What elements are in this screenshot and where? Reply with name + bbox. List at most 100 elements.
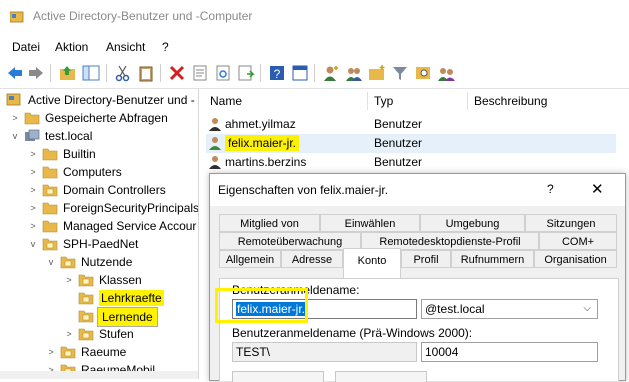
back-arrow-icon[interactable]: [6, 64, 24, 82]
column-header-description[interactable]: Beschreibung: [474, 94, 547, 108]
help-icon[interactable]: ?: [268, 64, 286, 82]
tree-item-builtin[interactable]: > Builtin: [28, 146, 198, 164]
chevron-right-icon[interactable]: >: [46, 347, 56, 357]
ou-icon: [78, 310, 94, 323]
help-button[interactable]: ?: [547, 182, 554, 196]
pre2000-label: Benutzeranmeldename (Prä-Windows 2000):: [232, 326, 473, 340]
menu-datei[interactable]: Datei: [12, 40, 40, 54]
chevron-right-icon[interactable]: >: [28, 185, 38, 195]
tree-label: Lehrkraefte: [99, 290, 164, 306]
domain-icon: [25, 129, 40, 141]
tab-com-plus[interactable]: COM+: [539, 232, 617, 250]
tab-profil[interactable]: Profil: [401, 250, 451, 268]
tree-item-klassen[interactable]: > Klassen: [64, 272, 198, 290]
tree-item-nutzende[interactable]: v Nutzende: [46, 254, 198, 272]
tree-label: ForeignSecurityPrincipals: [63, 201, 199, 215]
tree-item-sph-paednet[interactable]: v SPH-PaedNet: [28, 236, 198, 254]
tree-item-lehrkraefte[interactable]: Lehrkraefte: [64, 290, 198, 308]
chevron-right-icon[interactable]: >: [28, 203, 38, 213]
filter-icon[interactable]: [391, 64, 409, 82]
chevron-down-icon[interactable]: v: [10, 131, 20, 141]
up-folder-icon[interactable]: [59, 64, 77, 82]
tab-adresse[interactable]: Adresse: [281, 250, 343, 268]
domain-suffix-value: @test.local: [425, 302, 485, 316]
menu-ansicht[interactable]: Ansicht: [106, 40, 145, 54]
delete-icon[interactable]: [168, 64, 186, 82]
tab-umgebung[interactable]: Umgebung: [420, 214, 525, 232]
user-icon: [209, 137, 221, 150]
forward-arrow-icon[interactable]: [27, 64, 45, 82]
tab-sitzungen[interactable]: Sitzungen: [525, 214, 617, 232]
ou-icon: [78, 274, 94, 287]
tree-item-domain[interactable]: v test.local: [10, 128, 198, 146]
pre2000-name-input[interactable]: 10004: [421, 342, 598, 362]
tree-item-stufen[interactable]: > Stufen: [64, 326, 198, 344]
user-type: Benutzer: [374, 136, 423, 150]
tab-mitglied-von[interactable]: Mitglied von: [219, 214, 320, 232]
tab-remoteueberwachung[interactable]: Remoteüberwachung: [219, 232, 361, 250]
chevron-right-icon[interactable]: >: [28, 167, 38, 177]
column-header-name[interactable]: Name: [210, 94, 242, 108]
tree-item-managed-service-accounts[interactable]: > Managed Service Accour: [28, 218, 198, 236]
tab-konto[interactable]: Konto: [343, 248, 401, 278]
column-divider[interactable]: [467, 92, 468, 110]
toolbar-separator: [314, 64, 315, 82]
tree-pane[interactable]: Active Directory-Benutzer und - > Gespei…: [0, 88, 199, 379]
chevron-right-icon[interactable]: >: [10, 113, 20, 123]
user-name: martins.berzins: [225, 155, 307, 169]
tree-label: Lernende: [97, 307, 158, 327]
logon-hours-button[interactable]: [232, 371, 324, 382]
tree-item-computers[interactable]: > Computers: [28, 164, 198, 182]
list-item[interactable]: martins.berzins Benutzer: [206, 153, 616, 172]
clipboard-icon[interactable]: [137, 64, 155, 82]
properties-icon[interactable]: [191, 64, 209, 82]
pre2000-domain-field: TEST\: [232, 342, 417, 362]
menu-aktion[interactable]: Aktion: [55, 40, 88, 54]
domain-suffix-select[interactable]: @test.local ⌵: [421, 299, 598, 319]
tree-label: Managed Service Accour: [63, 219, 197, 233]
close-icon[interactable]: ✕: [591, 180, 604, 198]
tab-einwaehlen[interactable]: Einwählen: [320, 214, 420, 232]
tab-organisation[interactable]: Organisation: [534, 250, 617, 268]
folder-icon: [24, 112, 40, 125]
column-header-type[interactable]: Typ: [374, 94, 393, 108]
console-icon[interactable]: [291, 64, 309, 82]
new-ou-icon[interactable]: [368, 64, 386, 82]
column-divider[interactable]: [367, 92, 368, 110]
tree-item-lernende[interactable]: Lernende: [64, 307, 198, 327]
dialog-title-bar: Eigenschaften von felix.maier-jr. ? ✕: [210, 174, 625, 206]
ou-icon: [60, 346, 76, 359]
tree-item-foreign-security-principals[interactable]: > ForeignSecurityPrincipals: [28, 200, 198, 218]
cut-icon[interactable]: [114, 64, 132, 82]
chevron-down-icon[interactable]: v: [46, 257, 56, 267]
tree-label: Gespeicherte Abfragen: [45, 111, 168, 125]
export-list-icon[interactable]: [237, 64, 255, 82]
tab-allgemein[interactable]: Allgemein: [219, 250, 281, 268]
chevron-right-icon[interactable]: >: [28, 149, 38, 159]
show-tree-icon[interactable]: [82, 64, 100, 82]
refresh-icon[interactable]: [214, 64, 232, 82]
new-group-icon[interactable]: [345, 64, 363, 82]
chevron-down-icon[interactable]: v: [28, 239, 38, 249]
add-to-group-icon[interactable]: [437, 64, 455, 82]
tree-root[interactable]: Active Directory-Benutzer und -: [4, 92, 198, 110]
chevron-right-icon[interactable]: >: [28, 221, 38, 231]
toolbar-separator: [160, 64, 161, 82]
menu-help[interactable]: ?: [162, 40, 169, 54]
chevron-right-icon[interactable]: >: [64, 275, 74, 285]
tree-item-domain-controllers[interactable]: > Domain Controllers: [28, 182, 198, 200]
find-icon[interactable]: [414, 64, 432, 82]
tree-item-raeume[interactable]: > Raeume: [46, 344, 198, 362]
chevron-right-icon[interactable]: >: [64, 329, 74, 339]
log-on-to-button[interactable]: [335, 371, 427, 382]
horizontal-scrollbar[interactable]: [0, 371, 198, 379]
tab-rufnummern[interactable]: Rufnummern: [451, 250, 534, 268]
list-item[interactable]: ahmet.yilmaz Benutzer: [206, 115, 616, 134]
list-item-selected[interactable]: felix.maier-jr. Benutzer: [206, 134, 616, 153]
new-user-icon[interactable]: [322, 64, 340, 82]
tree-label: SPH-PaedNet: [63, 237, 139, 251]
tree-item-saved-queries[interactable]: > Gespeicherte Abfragen: [10, 110, 198, 128]
ou-icon: [78, 328, 94, 341]
highlight-annotation: [215, 288, 308, 323]
tree-label: Active Directory-Benutzer und -: [28, 93, 195, 107]
